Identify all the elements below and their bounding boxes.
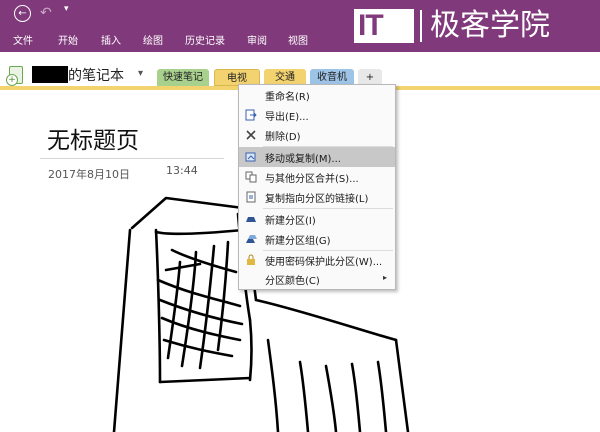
tab-quick-notes[interactable]: 快速笔记 [157, 69, 209, 86]
logo-text: 极客学院 [430, 8, 550, 43]
logo-it-mark: IT [354, 9, 414, 43]
page-date: 2017年8月10日 [48, 168, 130, 181]
menu-item-delete[interactable]: 删除(D) [239, 125, 395, 145]
menu-item-copy-link[interactable]: 复制指向分区的链接(L) [239, 187, 395, 207]
site-logo: IT 极客学院 [354, 6, 594, 48]
menu-item-move-copy[interactable]: 移动或复制(M)... [239, 147, 395, 167]
menu-view[interactable]: 视图 [288, 32, 308, 47]
section-context-menu: 重命名(R) 导出(E)... 删除(D) 移动或复制(M)... 与其他分区合… [238, 84, 396, 290]
lock-icon [247, 254, 255, 265]
move-copy-icon [245, 152, 256, 162]
page-title[interactable]: 无标题页 [47, 121, 139, 155]
menu-item-export[interactable]: 导出(E)... [239, 105, 395, 125]
back-icon[interactable]: ← [14, 5, 31, 22]
new-section-group-icon [246, 235, 257, 243]
menu-home[interactable]: 开始 [58, 32, 78, 47]
merge-icon [245, 171, 257, 183]
menu-draw[interactable]: 绘图 [143, 32, 163, 47]
menu-item-new-section[interactable]: 新建分区(I) [239, 209, 395, 229]
menu-item-new-section-group[interactable]: 新建分区组(G) [239, 229, 395, 249]
menu-item-rename[interactable]: 重命名(R) [239, 85, 395, 105]
new-section-icon [246, 217, 256, 222]
customize-quick-access-icon[interactable]: ▾ [64, 4, 69, 14]
menu-item-merge[interactable]: 与其他分区合并(S)... [239, 167, 395, 187]
page-time: 13:44 [166, 164, 198, 177]
notebook-add-icon: + [6, 74, 18, 86]
notebook-name[interactable]: 的笔记本 [68, 65, 124, 85]
menu-item-section-color[interactable]: 分区颜色(C) ▸ [239, 269, 395, 289]
redacted-name [32, 66, 68, 83]
logo-divider [420, 10, 422, 42]
menu-review[interactable]: 审阅 [247, 32, 267, 47]
chevron-down-icon[interactable]: ▾ [138, 68, 143, 79]
title-divider [40, 158, 224, 159]
copy-link-icon [246, 191, 256, 203]
export-icon [245, 109, 257, 121]
menu-history[interactable]: 历史记录 [185, 32, 225, 47]
menu-file[interactable]: 文件 [13, 32, 33, 47]
delete-x-icon [246, 130, 256, 140]
submenu-arrow-icon: ▸ [382, 273, 387, 282]
menu-item-password-protect[interactable]: 使用密码保护此分区(W)... [239, 250, 395, 270]
undo-icon[interactable]: ↶ [40, 5, 52, 21]
menu-insert[interactable]: 插入 [101, 32, 121, 47]
